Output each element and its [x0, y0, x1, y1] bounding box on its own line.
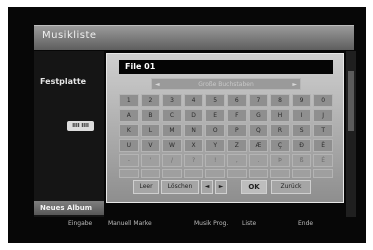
key[interactable]: T — [313, 124, 333, 137]
chevron-left-icon[interactable]: ◄ — [155, 79, 160, 90]
dialog-actions: Leer Löschen ◄ ► OK Zurück — [133, 180, 333, 196]
tv-screen: Musikliste Festplatte IIII IIII Neues Al… — [8, 7, 366, 243]
key[interactable]: ' — [140, 154, 161, 167]
key[interactable]: C — [162, 109, 182, 122]
key[interactable]: J — [313, 109, 333, 122]
key[interactable]: Ð — [291, 139, 312, 152]
left-panel: Festplatte IIII IIII — [34, 51, 104, 223]
key[interactable]: , — [227, 154, 247, 167]
key[interactable]: ß — [291, 154, 312, 167]
scrollbar-thumb[interactable] — [348, 71, 354, 131]
key[interactable]: Z — [227, 139, 247, 152]
key[interactable]: Y — [205, 139, 225, 152]
character-mode-select[interactable]: ◄ Große Buchstaben ► — [151, 78, 301, 90]
rename-dialog: File 01 ◄ Große Buchstaben ► 1 2 3 4 5 6… — [106, 53, 344, 203]
key[interactable]: É — [313, 154, 333, 167]
key[interactable]: . — [248, 154, 269, 167]
key[interactable]: U — [119, 139, 139, 152]
key[interactable]: Þ — [270, 154, 290, 167]
key[interactable]: I — [291, 109, 312, 122]
cursor-right-button[interactable]: ► — [215, 180, 227, 194]
key[interactable]: 8 — [270, 94, 290, 107]
scrollbar[interactable] — [346, 51, 356, 223]
key[interactable]: R — [270, 124, 290, 137]
key[interactable]: W — [162, 139, 182, 152]
key[interactable]: 1 — [119, 94, 139, 107]
key[interactable]: X — [183, 139, 204, 152]
key[interactable]: Ç — [270, 139, 290, 152]
key[interactable] — [140, 169, 161, 178]
cursor-left-button[interactable]: ◄ — [201, 180, 213, 194]
key[interactable]: 3 — [162, 94, 182, 107]
name-input[interactable]: File 01 — [119, 60, 333, 74]
key[interactable]: N — [183, 124, 204, 137]
character-mode-label: Große Buchstaben — [198, 81, 254, 88]
key[interactable]: ? — [183, 154, 204, 167]
back-button[interactable]: Zurück — [271, 180, 311, 194]
footer-hint: Musik Prog. — [194, 220, 229, 227]
footer-hint: Ende — [298, 220, 314, 227]
key[interactable] — [270, 169, 290, 178]
key[interactable]: S — [291, 124, 312, 137]
key[interactable]: 0 — [313, 94, 333, 107]
key[interactable]: D — [183, 109, 204, 122]
new-album-item[interactable]: Neues Album — [34, 201, 104, 215]
key[interactable] — [205, 169, 225, 178]
key[interactable]: H — [270, 109, 290, 122]
key[interactable]: F — [227, 109, 247, 122]
key[interactable]: L — [140, 124, 161, 137]
chevron-right-icon[interactable]: ► — [292, 79, 297, 90]
key[interactable]: K — [119, 124, 139, 137]
title-bar: Musikliste — [34, 25, 354, 50]
delete-button[interactable]: Löschen — [161, 180, 199, 194]
key[interactable] — [248, 169, 269, 178]
ok-button[interactable]: OK — [241, 180, 267, 194]
key[interactable]: B — [140, 109, 161, 122]
source-label: Festplatte — [40, 77, 87, 86]
key[interactable]: 7 — [248, 94, 269, 107]
page-title: Musikliste — [42, 30, 97, 41]
key[interactable]: È — [313, 139, 333, 152]
key[interactable]: O — [205, 124, 225, 137]
key[interactable]: E — [205, 109, 225, 122]
space-button[interactable]: Leer — [133, 180, 159, 194]
key[interactable] — [119, 169, 139, 178]
key[interactable] — [313, 169, 333, 178]
footer-hint: Manuell Marke — [108, 220, 152, 227]
footer-hint: Liste — [242, 220, 257, 227]
key[interactable]: M — [162, 124, 182, 137]
key[interactable]: P — [227, 124, 247, 137]
key[interactable]: 9 — [291, 94, 312, 107]
footer-hint: Eingabe — [68, 220, 93, 227]
footer-hints: Eingabe Manuell Marke Musik Prog. Liste … — [8, 217, 366, 237]
disc-badge: IIII IIII — [67, 121, 94, 131]
key[interactable]: 4 — [183, 94, 204, 107]
key[interactable]: - — [119, 154, 139, 167]
key[interactable] — [183, 169, 204, 178]
key[interactable]: 6 — [227, 94, 247, 107]
key[interactable]: 5 — [205, 94, 225, 107]
keyboard-grid: 1 2 3 4 5 6 7 8 9 0 A B C D E F G H I J … — [119, 94, 333, 178]
key[interactable]: Æ — [248, 139, 269, 152]
key[interactable]: / — [162, 154, 182, 167]
key[interactable]: A — [119, 109, 139, 122]
key[interactable]: ! — [205, 154, 225, 167]
key[interactable] — [162, 169, 182, 178]
key[interactable]: Q — [248, 124, 269, 137]
key[interactable]: 2 — [140, 94, 161, 107]
key[interactable] — [291, 169, 312, 178]
key[interactable]: V — [140, 139, 161, 152]
key[interactable]: G — [248, 109, 269, 122]
key[interactable] — [227, 169, 247, 178]
